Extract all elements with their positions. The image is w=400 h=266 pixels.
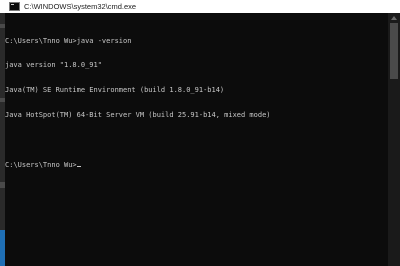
scroll-up-arrow-icon[interactable] (391, 16, 397, 20)
vertical-scrollbar[interactable] (388, 13, 400, 266)
console-line: java version "1.8.0_91" (5, 61, 102, 70)
console-line: Java(TM) SE Runtime Environment (build 1… (5, 86, 225, 95)
prompt-text: C:\Users\Tnno Wu> (5, 161, 77, 170)
window-title: C:\WINDOWS\system32\cmd.exe (24, 2, 137, 11)
screen: C:\WINDOWS\system32\cmd.exe C:\Users\Tnn… (0, 0, 400, 266)
prompt-line[interactable]: C:\Users\Tnno Wu> (5, 161, 271, 169)
console-area[interactable]: C:\Users\Tnno Wu>java -version java vers… (5, 13, 388, 266)
scroll-thumb[interactable] (390, 23, 398, 79)
console-line: C:\Users\Tnno Wu>java -version (5, 36, 132, 45)
text-cursor (76, 166, 81, 168)
console-output: C:\Users\Tnno Wu>java -version java vers… (5, 20, 271, 186)
title-bar[interactable]: C:\WINDOWS\system32\cmd.exe (0, 0, 400, 13)
cmd-icon (9, 2, 20, 11)
console-line: Java HotSpot(TM) 64-Bit Server VM (build… (5, 111, 271, 120)
